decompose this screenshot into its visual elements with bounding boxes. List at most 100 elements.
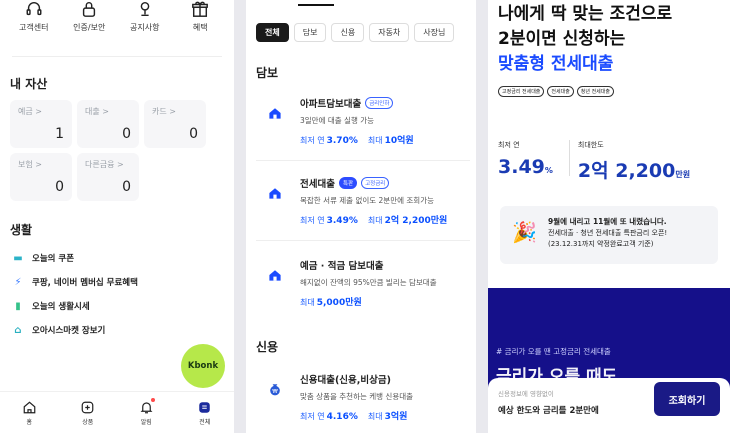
- plus-box-icon: [81, 401, 94, 413]
- loan-item-jeonse[interactable]: 전세대출 특판 고정금리 복잡한 서류 제출 없이도 2분만에 조회가능 최저 연3…: [256, 176, 470, 228]
- quick-menu: 고객센터 인증/보안 공지사항 혜택: [0, 0, 234, 46]
- asset-card-label: 보험 >: [18, 160, 42, 169]
- min-rate-value: 3.49: [498, 156, 545, 178]
- asset-card-value: 0: [55, 179, 64, 195]
- rate-label: 최저 연: [300, 412, 325, 421]
- loan-title: 예금 · 적금 담보대출: [300, 261, 384, 272]
- headline-line: 2분이면 신청하는: [498, 29, 626, 49]
- chip-auto[interactable]: 자동차: [369, 23, 410, 42]
- tag-special: 특판: [338, 177, 358, 189]
- headset-icon: [26, 2, 42, 16]
- lock-icon: [83, 2, 96, 17]
- life-item-membership[interactable]: ⚡ 쿠팡, 네이버 멤버십 무료혜택: [10, 270, 224, 294]
- loan-item-deposit-secured[interactable]: 예금 · 적금 담보대출 해지없이 잔액의 95%만큼 빌리는 담보대출 최대 5…: [256, 258, 470, 310]
- max-limit-unit: 만원: [675, 170, 691, 179]
- asset-card-insurance[interactable]: 보험 > 0: [10, 153, 72, 201]
- headline-line: 나에게 딱 맞는 조건으로: [498, 4, 673, 24]
- rate-label: 최저 연: [300, 136, 325, 145]
- section-title-credit: 신용: [256, 340, 279, 354]
- quick-menu-benefit[interactable]: 혜택: [175, 0, 225, 46]
- divider: [256, 240, 470, 241]
- sheet-caption: 신용정보에 영향없이: [498, 390, 554, 398]
- quick-menu-label: 고객센터: [19, 23, 49, 32]
- divider: [256, 160, 470, 161]
- life-item-label: 오아시스마켓 장보기: [32, 326, 106, 336]
- bar-chart-icon: ▮: [15, 300, 21, 312]
- quick-menu-notice[interactable]: 공지사항: [120, 0, 170, 46]
- kbonk-label: Kbonk: [187, 361, 219, 371]
- bottom-nav: 홈 상품 알림 전체: [0, 391, 234, 433]
- life-item-coupon[interactable]: ▬ 오늘의 쿠폰: [10, 246, 224, 270]
- promo-tag: 고정금리 전세대출: [498, 86, 545, 97]
- bottom-cta-sheet: 신용정보에 영향없이 예상 한도와 금리를 2분만에 조회하기: [488, 378, 730, 433]
- quick-menu-customer-center[interactable]: 고객센터: [9, 0, 59, 46]
- celebration-icon: 🎉: [512, 220, 537, 244]
- loan-desc: 해지없이 잔액의 95%만큼 빌리는 담보대출: [300, 278, 437, 287]
- nav-all[interactable]: 전체: [185, 400, 225, 426]
- kbonk-floating-button[interactable]: Kbonk: [181, 344, 225, 388]
- notification-dot: [151, 397, 156, 402]
- nav-home[interactable]: 홈: [9, 400, 49, 426]
- loan-desc: 3일만에 대출 실행 가능: [300, 116, 375, 125]
- asset-card-other[interactable]: 다른금융 > 0: [77, 153, 139, 201]
- nav-label: 상품: [82, 418, 94, 426]
- nav-label: 전체: [199, 418, 211, 426]
- house-icon: [264, 182, 286, 204]
- life-item-price[interactable]: ▮ 오늘의 생활시세: [10, 294, 224, 318]
- min-rate-unit: %: [544, 166, 553, 175]
- menu-icon: [199, 401, 210, 413]
- nav-products[interactable]: 상품: [68, 400, 108, 426]
- coupon-icon: ▬: [13, 252, 23, 264]
- banner-hashtag: # 금리가 오를 땐 고정금리 전세대출: [496, 347, 611, 356]
- top-tab-bar: [246, 0, 476, 8]
- stat-divider: [568, 140, 570, 176]
- chip-all[interactable]: 전체: [256, 23, 289, 42]
- asset-card-deposit[interactable]: 예금 > 1: [10, 100, 72, 148]
- asset-card-value: 0: [189, 126, 198, 142]
- chip-business[interactable]: 사장님: [414, 23, 455, 42]
- limit-label: 최대: [367, 136, 383, 145]
- quick-menu-security[interactable]: 인증/보안: [64, 0, 114, 46]
- loan-item-credit[interactable]: ₩ 신용대출(신용,비상금) 맞춤 상품을 추천하는 케뱅 신용대출 최저 연4…: [256, 372, 470, 424]
- limit-label: 최대: [367, 216, 383, 225]
- asset-card-loan[interactable]: 대출 > 0: [77, 100, 139, 148]
- assets-title: 내 자산: [10, 77, 48, 91]
- asset-card-label: 카드 >: [152, 107, 176, 116]
- min-rate-label: 최저 연: [498, 141, 520, 149]
- home-icon: [23, 400, 36, 413]
- asset-card-card[interactable]: 카드 > 0: [144, 100, 206, 148]
- asset-card-label: 대출 >: [85, 107, 109, 116]
- life-item-label: 쿠팡, 네이버 멤버십 무료혜택: [32, 278, 138, 288]
- asset-card-label: 예금 >: [18, 107, 42, 116]
- quick-menu-label: 인증/보안: [73, 23, 106, 32]
- quick-menu-label: 혜택: [192, 23, 208, 32]
- loan-item-apartment[interactable]: 아파트담보대출 금리인하 3일만에 대출 실행 가능 최저 연 3.70% 최대 10억…: [256, 96, 470, 148]
- bell-icon: [140, 401, 153, 413]
- life-item-label: 오늘의 쿠폰: [32, 254, 75, 264]
- loan-title: 전세대출: [300, 179, 335, 190]
- gift-icon: [192, 1, 209, 17]
- notice-line1: 9월에 내리고 11월에 또 내렸습니다.: [548, 217, 667, 226]
- rate-label: 최저 연: [300, 216, 325, 225]
- life-title: 생활: [10, 223, 33, 237]
- nav-label: 알림: [140, 418, 152, 426]
- life-item-label: 오늘의 생활시세: [32, 302, 90, 312]
- rate-value: 3.49%: [326, 216, 358, 226]
- chip-secured[interactable]: 담보: [293, 23, 327, 42]
- shop-icon: ⌂: [14, 324, 22, 336]
- loan-desc: 맞춤 상품을 추천하는 케뱅 신용대출: [300, 392, 414, 401]
- chip-credit[interactable]: 신용: [331, 23, 365, 42]
- inquiry-button[interactable]: 조회하기: [654, 382, 720, 416]
- rate-value: 4.16%: [326, 412, 358, 422]
- max-limit-value: 2억 2,200: [577, 160, 676, 182]
- life-item-market[interactable]: ⌂ 오아시스마켓 장보기: [10, 318, 224, 342]
- loan-title: 신용대출(신용,비상금): [300, 375, 391, 386]
- loan-desc: 복잡한 서류 제출 없이도 2분만에 조회가능: [300, 196, 434, 205]
- loan-list-panel: 전체 담보 신용 자동차 사장님 담보 아파트담보대출 금리인하 3일만에 대출 …: [246, 0, 476, 433]
- promo-headline: 나에게 딱 맞는 조건으로 2분이면 신청하는 맞춤형 전세대출: [498, 2, 672, 77]
- megaphone-icon: [140, 1, 150, 17]
- max-limit-label: 최대한도: [577, 141, 604, 149]
- promo-stats: 최저 연 3.49% 최대한도 2억 2,200만원: [498, 140, 690, 183]
- nav-alerts[interactable]: 알림: [126, 397, 166, 426]
- limit-label: 최대: [367, 412, 383, 421]
